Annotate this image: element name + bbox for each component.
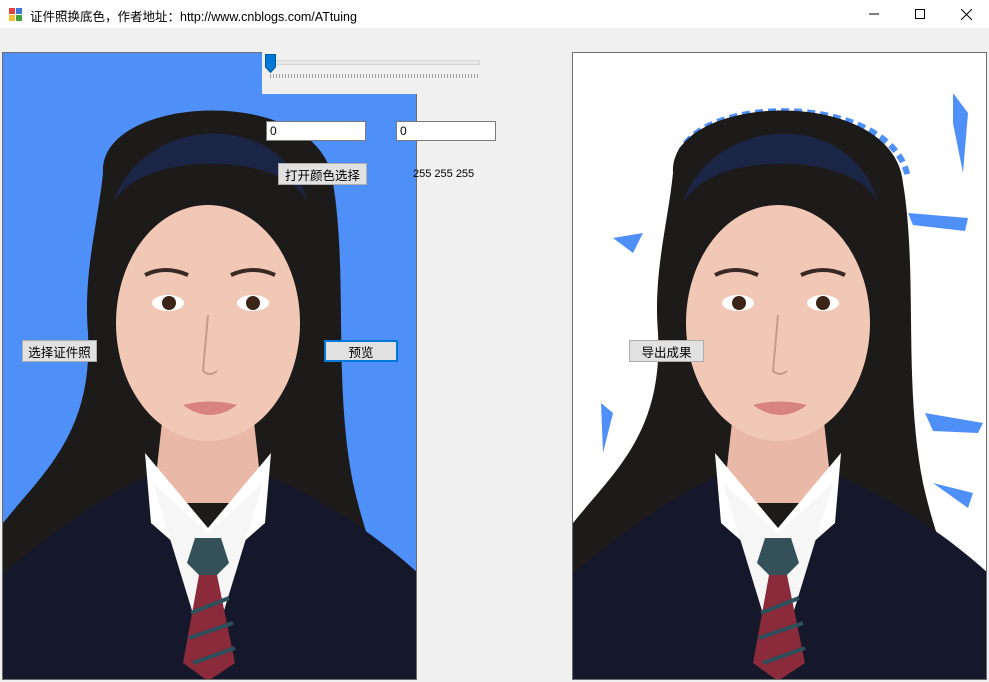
textbox-1[interactable]: 0 <box>266 121 366 141</box>
tolerance-slider[interactable] <box>262 52 488 94</box>
open-color-picker-button[interactable]: 打开颜色选择 <box>278 163 367 185</box>
slider-thumb[interactable] <box>265 54 276 73</box>
maximize-icon <box>915 9 925 19</box>
slider-track <box>270 60 480 65</box>
preview-button[interactable]: 预览 <box>324 340 398 362</box>
result-image <box>573 93 986 679</box>
select-photo-button[interactable]: 选择证件照 <box>22 340 97 362</box>
app-icon <box>9 8 22 21</box>
minimize-icon <box>869 13 879 15</box>
portrait-image <box>3 110 416 679</box>
export-result-button[interactable]: 导出成果 <box>629 340 704 362</box>
textbox-2[interactable]: 0 <box>396 121 496 141</box>
result-photo-box <box>572 52 987 680</box>
rgb-value-label: 255 255 255 <box>413 168 475 180</box>
title-bar: 证件照换底色，作者地址：http://www.cnblogs.com/ATtui… <box>0 0 989 28</box>
source-photo-box <box>2 52 417 680</box>
window-title: 证件照换底色，作者地址：http://www.cnblogs.com/ATtui… <box>30 10 357 24</box>
maximize-button[interactable] <box>897 0 943 28</box>
close-button[interactable] <box>943 0 989 28</box>
slider-ticks <box>270 74 480 78</box>
minimize-button[interactable] <box>851 0 897 28</box>
close-icon <box>960 8 972 20</box>
